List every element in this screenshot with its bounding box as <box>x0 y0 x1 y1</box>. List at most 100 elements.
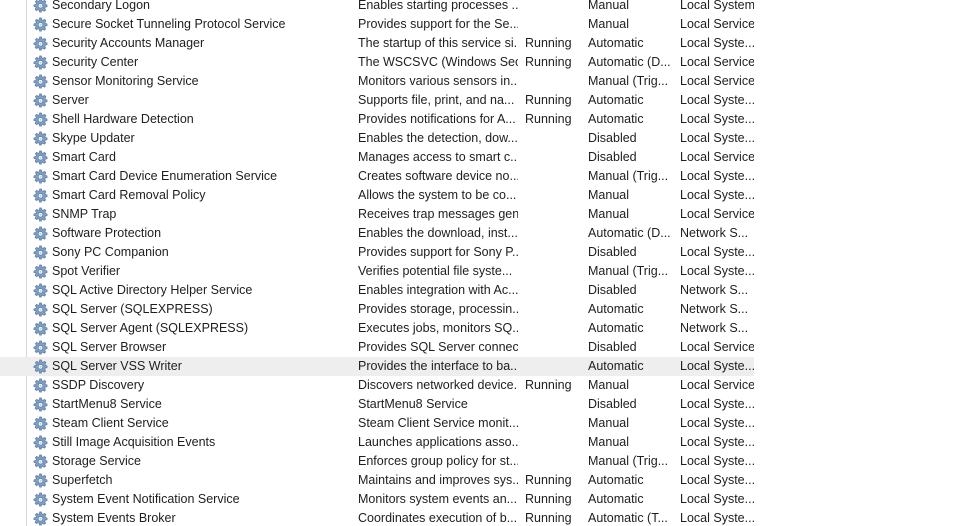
service-name: Secure Socket Tunneling Protocol Service <box>52 17 286 31</box>
service-status: Running <box>525 36 572 50</box>
service-row[interactable]: Secure Socket Tunneling Protocol Service… <box>0 15 754 34</box>
service-name: Smart Card Device Enumeration Service <box>52 169 278 183</box>
service-startup-type: Automatic <box>588 36 644 50</box>
service-row[interactable]: System Events Broker Coordinates executio… <box>0 509 754 526</box>
service-name: Skype Updater <box>52 131 135 145</box>
service-log-on-as: Local Syste... <box>680 359 754 373</box>
service-name: Software Protection <box>52 226 162 240</box>
service-description: The startup of this service si... <box>358 36 518 50</box>
service-startup-type: Disabled <box>588 340 637 354</box>
service-log-on-as: Local Service <box>680 207 754 221</box>
service-description: Provides SQL Server connec... <box>358 340 518 354</box>
gear-icon <box>33 169 48 184</box>
service-name: Sony PC Companion <box>52 245 169 259</box>
service-row[interactable]: Smart Card Manages access to smart c... Di… <box>0 148 754 167</box>
service-log-on-as: Local Service <box>680 150 754 164</box>
service-log-on-as: Local Syste... <box>680 169 754 183</box>
service-name: Shell Hardware Detection <box>52 112 194 126</box>
gear-icon <box>33 36 48 51</box>
gear-icon <box>33 492 48 507</box>
service-description: Receives trap messages gen... <box>358 207 518 221</box>
service-description: Creates software device no... <box>358 169 518 183</box>
gear-icon <box>33 397 48 412</box>
service-startup-type: Manual (Trig... <box>588 264 669 278</box>
service-row[interactable]: Security Accounts Manager The startup of … <box>0 34 754 53</box>
service-description: Provides notifications for A... <box>358 112 516 126</box>
service-description: The WSCSVC (Windows Sec... <box>358 55 518 69</box>
gear-icon <box>33 226 48 241</box>
service-row[interactable]: Skype Updater Enables the detection, dow.… <box>0 129 754 148</box>
service-row[interactable]: Still Image Acquisition Events Launches a… <box>0 433 754 452</box>
gear-icon <box>33 283 48 298</box>
service-row[interactable]: Spot Verifier Verifies potential file sys… <box>0 262 754 281</box>
service-log-on-as: Local Syste... <box>680 264 754 278</box>
service-row[interactable]: SQL Server VSS Writer Provides the interf… <box>0 357 754 376</box>
service-row[interactable]: SNMP Trap Receives trap messages gen... Ma… <box>0 205 754 224</box>
service-status: Running <box>525 473 572 487</box>
service-log-on-as: Local System <box>680 0 754 12</box>
gear-icon <box>33 321 48 336</box>
gear-icon <box>33 416 48 431</box>
service-status: Running <box>525 378 572 392</box>
service-startup-type: Manual <box>588 435 629 449</box>
service-row[interactable]: SQL Active Directory Helper Service Enabl… <box>0 281 754 300</box>
service-row[interactable]: Sony PC Companion Provides support for So… <box>0 243 754 262</box>
service-startup-type: Manual <box>588 188 629 202</box>
service-startup-type: Automatic <box>588 492 644 506</box>
service-log-on-as: Network S... <box>680 226 749 240</box>
service-log-on-as: Local Syste... <box>680 36 754 50</box>
service-row[interactable]: Storage Service Enforces group policy for… <box>0 452 754 471</box>
service-log-on-as: Local Service <box>680 74 754 88</box>
service-description: Maintains and improves sys... <box>358 473 518 487</box>
service-log-on-as: Local Syste... <box>680 435 754 449</box>
service-name: Steam Client Service <box>52 416 169 430</box>
service-name: SSDP Discovery <box>52 378 145 392</box>
service-name: SQL Server Browser <box>52 340 167 354</box>
service-row[interactable]: Smart Card Removal Policy Allows the syst… <box>0 186 754 205</box>
service-log-on-as: Local Syste... <box>680 245 754 259</box>
service-description: Provides the interface to ba... <box>358 359 518 373</box>
service-row[interactable]: Sensor Monitoring Service Monitors variou… <box>0 72 754 91</box>
service-startup-type: Automatic (D... <box>588 226 671 240</box>
service-log-on-as: Network S... <box>680 302 749 316</box>
service-row[interactable]: Superfetch Maintains and improves sys... R… <box>0 471 754 490</box>
service-row[interactable]: Software Protection Enables the download,… <box>0 224 754 243</box>
service-row[interactable]: Steam Client Service Steam Client Service… <box>0 414 754 433</box>
service-description: Manages access to smart c... <box>358 150 518 164</box>
service-row[interactable]: Shell Hardware Detection Provides notific… <box>0 110 754 129</box>
service-description: Discovers networked device... <box>358 378 518 392</box>
service-startup-type: Disabled <box>588 283 637 297</box>
service-log-on-as: Local Syste... <box>680 131 754 145</box>
service-row[interactable]: Security Center The WSCSVC (Windows Sec..… <box>0 53 754 72</box>
service-name: SQL Server (SQLEXPRESS) <box>52 302 213 316</box>
service-startup-type: Automatic <box>588 302 644 316</box>
service-description: Enables starting processes ... <box>358 0 518 12</box>
service-row[interactable]: SSDP Discovery Discovers networked device… <box>0 376 754 395</box>
service-row[interactable]: Secondary Logon Enables starting processe… <box>0 0 754 15</box>
service-name: Secondary Logon <box>52 0 150 12</box>
gear-icon <box>33 150 48 165</box>
service-startup-type: Automatic <box>588 93 644 107</box>
service-log-on-as: Local Service <box>680 340 754 354</box>
service-row[interactable]: SQL Server (SQLEXPRESS) Provides storage,… <box>0 300 754 319</box>
service-description: Enables integration with Ac... <box>358 283 518 297</box>
service-description: Steam Client Service monit... <box>358 416 518 430</box>
service-log-on-as: Local Syste... <box>680 511 754 525</box>
service-description: Enables the download, inst... <box>358 226 518 240</box>
service-log-on-as: Local Syste... <box>680 188 754 202</box>
service-name: System Event Notification Service <box>52 492 240 506</box>
gear-icon <box>33 112 48 127</box>
service-description: Monitors various sensors in... <box>358 74 518 88</box>
service-row[interactable]: Server Supports file, print, and na... Run… <box>0 91 754 110</box>
gear-icon <box>33 93 48 108</box>
service-row[interactable]: Smart Card Device Enumeration Service Cre… <box>0 167 754 186</box>
service-description: Verifies potential file syste... <box>358 264 513 278</box>
service-description: Supports file, print, and na... <box>358 93 515 107</box>
service-startup-type: Automatic (T... <box>588 511 668 525</box>
service-row[interactable]: System Event Notification Service Monitor… <box>0 490 754 509</box>
service-row[interactable]: SQL Server Agent (SQLEXPRESS) Executes jo… <box>0 319 754 338</box>
service-description: Launches applications asso... <box>358 435 518 449</box>
service-row[interactable]: StartMenu8 Service StartMenu8 Service Disa… <box>0 395 754 414</box>
service-row[interactable]: SQL Server Browser Provides SQL Server co… <box>0 338 754 357</box>
service-description: Executes jobs, monitors SQ... <box>358 321 518 335</box>
